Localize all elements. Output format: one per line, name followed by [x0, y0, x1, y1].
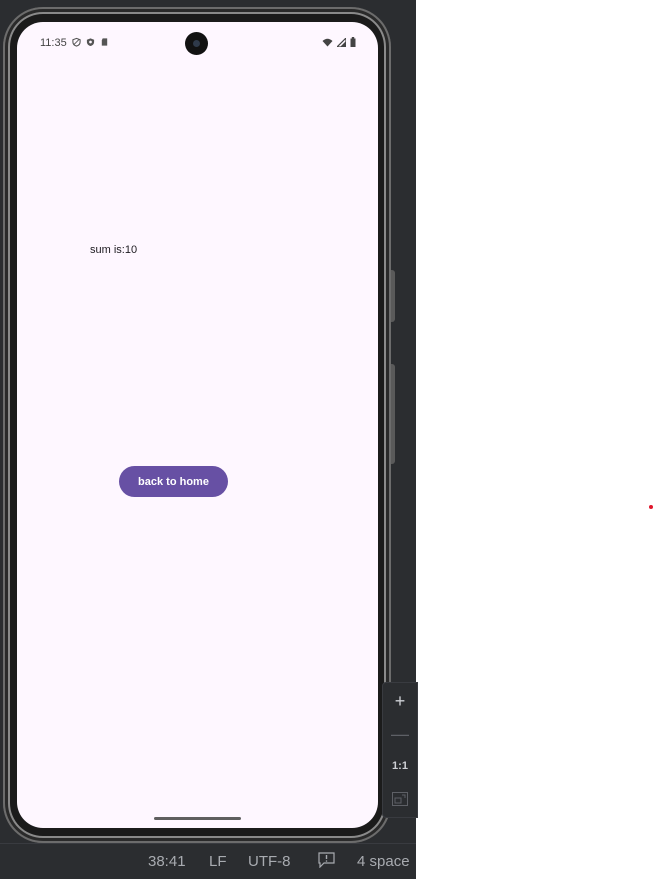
vpn-icon: [72, 37, 81, 47]
status-icons-left: [72, 37, 109, 47]
red-marker: [649, 505, 653, 509]
status-icons-right: [322, 37, 356, 47]
fit-screen-button[interactable]: [383, 784, 417, 814]
emulator-screen[interactable]: 11:35 sum is:10 back to home: [17, 22, 378, 828]
actual-size-button[interactable]: 1:1: [383, 751, 417, 781]
gesture-nav-handle[interactable]: [154, 817, 241, 820]
notifications-icon[interactable]: [318, 852, 335, 872]
zoom-out-button[interactable]: —: [383, 719, 417, 749]
file-encoding[interactable]: UTF-8: [248, 853, 291, 870]
back-to-home-button[interactable]: back to home: [119, 466, 228, 497]
plus-icon: +: [394, 690, 406, 711]
status-time: 11:35: [40, 37, 67, 49]
minus-icon: —: [391, 723, 409, 744]
shield-icon: [86, 38, 95, 47]
indent-setting[interactable]: 4 space: [357, 853, 410, 870]
wifi-icon: [322, 38, 333, 46]
actual-size-label: 1:1: [392, 760, 408, 772]
sd-card-icon: [101, 38, 108, 46]
ide-status-bar: 38:41 LF UTF-8 4 space: [0, 843, 416, 879]
battery-icon: [350, 37, 356, 47]
zoom-toolbar: + — 1:1: [382, 682, 418, 818]
editor-pane: [416, 0, 655, 878]
zoom-in-button[interactable]: +: [383, 686, 417, 716]
sum-result-text: sum is:10: [90, 244, 138, 256]
cursor-position[interactable]: 38:41: [148, 853, 186, 870]
signal-icon: [337, 37, 346, 47]
line-separator[interactable]: LF: [209, 853, 227, 870]
front-camera: [185, 32, 208, 55]
fit-screen-icon: [392, 792, 408, 806]
